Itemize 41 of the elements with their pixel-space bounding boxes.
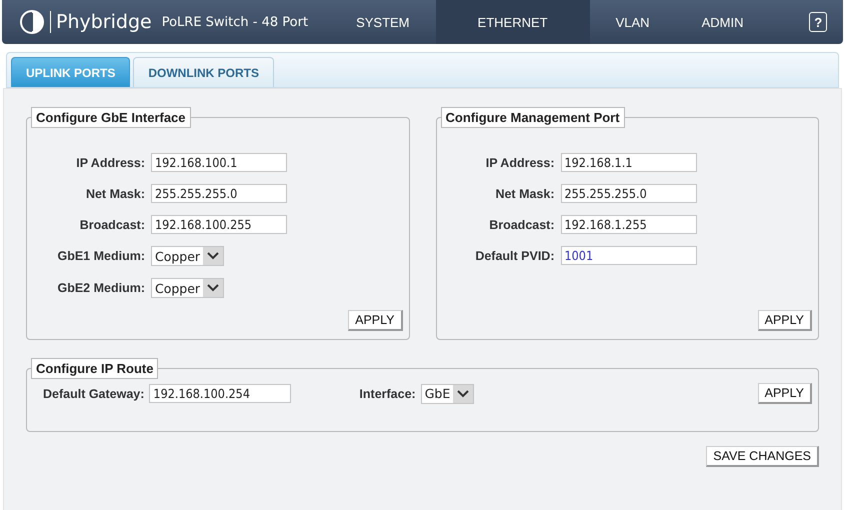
nav-tab[interactable]: ADMIN bbox=[676, 0, 770, 44]
chevron-down-icon bbox=[203, 279, 224, 297]
input-field[interactable]: 192.168.100.1 bbox=[151, 153, 287, 172]
save-changes-button[interactable]: SAVE CHANGES bbox=[706, 446, 819, 467]
tab[interactable]: DOWNLINK PORTS bbox=[133, 57, 274, 87]
chevron-down-icon bbox=[203, 247, 224, 265]
nav-tab[interactable]: VLAN bbox=[590, 0, 676, 44]
apply-button[interactable]: APPLY bbox=[758, 383, 812, 404]
input-field[interactable]: 192.168.100.255 bbox=[151, 215, 287, 234]
input-field[interactable]: 1001 bbox=[560, 246, 696, 265]
input-field[interactable]: 192.168.1.1 bbox=[560, 153, 696, 172]
dropdown[interactable]: GbE bbox=[420, 384, 474, 404]
input-field[interactable]: 192.168.1.255 bbox=[560, 215, 696, 234]
field-label: Broadcast: bbox=[80, 218, 145, 232]
input-field[interactable]: 192.168.100.254 bbox=[149, 384, 292, 403]
group-title: Configure Management Port bbox=[440, 107, 625, 128]
nav-tab[interactable]: SYSTEM bbox=[330, 0, 436, 44]
field-label: GbE2 Medium: bbox=[57, 281, 145, 295]
dropdown[interactable]: Copper bbox=[151, 278, 224, 298]
field-label: GbE1 Medium: bbox=[57, 249, 145, 263]
group-title: Configure GbE Interface bbox=[31, 107, 191, 128]
apply-button[interactable]: APPLY bbox=[758, 310, 812, 331]
group-title: Configure IP Route bbox=[31, 358, 158, 379]
brand-name: Phybridge bbox=[56, 11, 152, 33]
product-name: PoLRE Switch - 48 Port bbox=[162, 14, 308, 30]
apply-button[interactable]: APPLY bbox=[348, 310, 402, 331]
field-label: Default PVID: bbox=[475, 248, 554, 262]
field-label: Net Mask: bbox=[86, 186, 145, 200]
field-label: IP Address: bbox=[486, 156, 554, 170]
logo-icon bbox=[19, 9, 45, 35]
field-label: Broadcast: bbox=[489, 218, 554, 232]
dropdown[interactable]: Copper bbox=[151, 246, 224, 266]
field-label: Interface: bbox=[359, 386, 416, 400]
help-button[interactable]: ? bbox=[809, 12, 827, 32]
input-field[interactable]: 255.255.255.0 bbox=[560, 184, 696, 203]
nav-tab[interactable]: ETHERNET bbox=[436, 0, 590, 44]
chevron-down-icon bbox=[453, 384, 474, 402]
field-label: Net Mask: bbox=[495, 186, 554, 200]
field-label: IP Address: bbox=[76, 156, 145, 170]
input-field[interactable]: 255.255.255.0 bbox=[151, 184, 287, 203]
field-label: Default Gateway: bbox=[43, 386, 144, 400]
